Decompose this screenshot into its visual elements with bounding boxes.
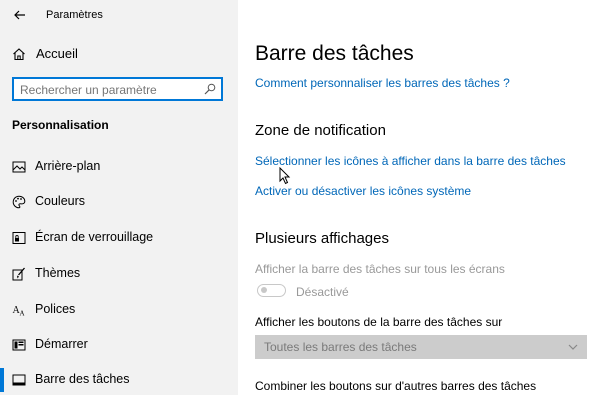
sidebar-item-label: Barre des tâches <box>35 372 130 386</box>
search-icon[interactable] <box>204 83 216 95</box>
sidebar-item-colors[interactable]: Couleurs <box>0 186 238 218</box>
help-link[interactable]: Comment personnaliser les barres des tâc… <box>255 76 510 90</box>
sidebar-item-start[interactable]: Démarrer <box>0 329 238 361</box>
show-all-displays-label: Afficher la barre des tâches sur tous le… <box>255 262 505 276</box>
toggle-knob <box>261 287 267 293</box>
multi-display-heading: Plusieurs affichages <box>255 230 389 247</box>
chevron-down-icon <box>568 344 578 350</box>
show-all-displays-toggle[interactable] <box>257 284 286 297</box>
start-icon <box>12 339 26 351</box>
sidebar-item-background[interactable]: Arrière-plan <box>0 151 238 183</box>
sidebar-item-label: Polices <box>35 302 76 316</box>
show-buttons-label: Afficher les boutons de la barre des tâc… <box>255 315 503 329</box>
search-box[interactable] <box>12 77 223 101</box>
toggle-state-label: Désactivé <box>296 285 349 299</box>
combine-buttons-label: Combiner les boutons sur d'autres barres… <box>255 379 537 393</box>
active-indicator <box>0 368 4 392</box>
mouse-cursor-icon <box>279 167 291 185</box>
sidebar-item-label: Thèmes <box>35 266 81 280</box>
sidebar-item-themes[interactable]: Thèmes <box>0 258 238 290</box>
sidebar-item-label: Accueil <box>36 46 78 61</box>
sidebar-item-label: Écran de verrouillage <box>35 230 154 244</box>
back-button[interactable] <box>10 5 30 25</box>
svg-text:A: A <box>20 310 25 318</box>
system-icons-link[interactable]: Activer ou désactiver les icônes système <box>255 184 471 198</box>
dropdown-value: Toutes les barres des tâches <box>264 340 417 354</box>
palette-icon <box>12 195 26 209</box>
sidebar-item-fonts[interactable]: A A Polices <box>0 294 238 326</box>
notification-heading: Zone de notification <box>255 122 386 139</box>
app-title: Paramètres <box>46 9 103 21</box>
sidebar-item-label: Couleurs <box>35 194 86 208</box>
sidebar-item-label: Arrière-plan <box>35 159 101 173</box>
select-icons-link[interactable]: Sélectionner les icônes à afficher dans … <box>255 154 566 168</box>
sidebar-item-lock-screen[interactable]: Écran de verrouillage <box>0 222 238 254</box>
section-heading: Personnalisation <box>12 118 109 132</box>
sidebar-item-home[interactable]: Accueil <box>0 42 238 68</box>
main-content: Barre des tâches Comment personnaliser l… <box>238 0 600 395</box>
search-input[interactable] <box>20 81 200 99</box>
image-icon <box>12 161 26 173</box>
home-icon <box>13 48 25 61</box>
brush-icon <box>12 267 25 281</box>
sidebar: Paramètres Accueil Personnalisation Arri… <box>0 0 238 395</box>
title-bar: Paramètres <box>0 0 238 30</box>
page-title: Barre des tâches <box>255 42 414 65</box>
sidebar-item-taskbar[interactable]: Barre des tâches <box>0 364 238 396</box>
lock-screen-icon <box>12 232 26 244</box>
font-icon: A A <box>13 305 25 318</box>
taskbar-icon <box>12 374 26 386</box>
back-arrow-icon <box>14 10 25 20</box>
sidebar-item-label: Démarrer <box>35 337 88 351</box>
show-buttons-dropdown[interactable]: Toutes les barres des tâches <box>255 335 587 359</box>
